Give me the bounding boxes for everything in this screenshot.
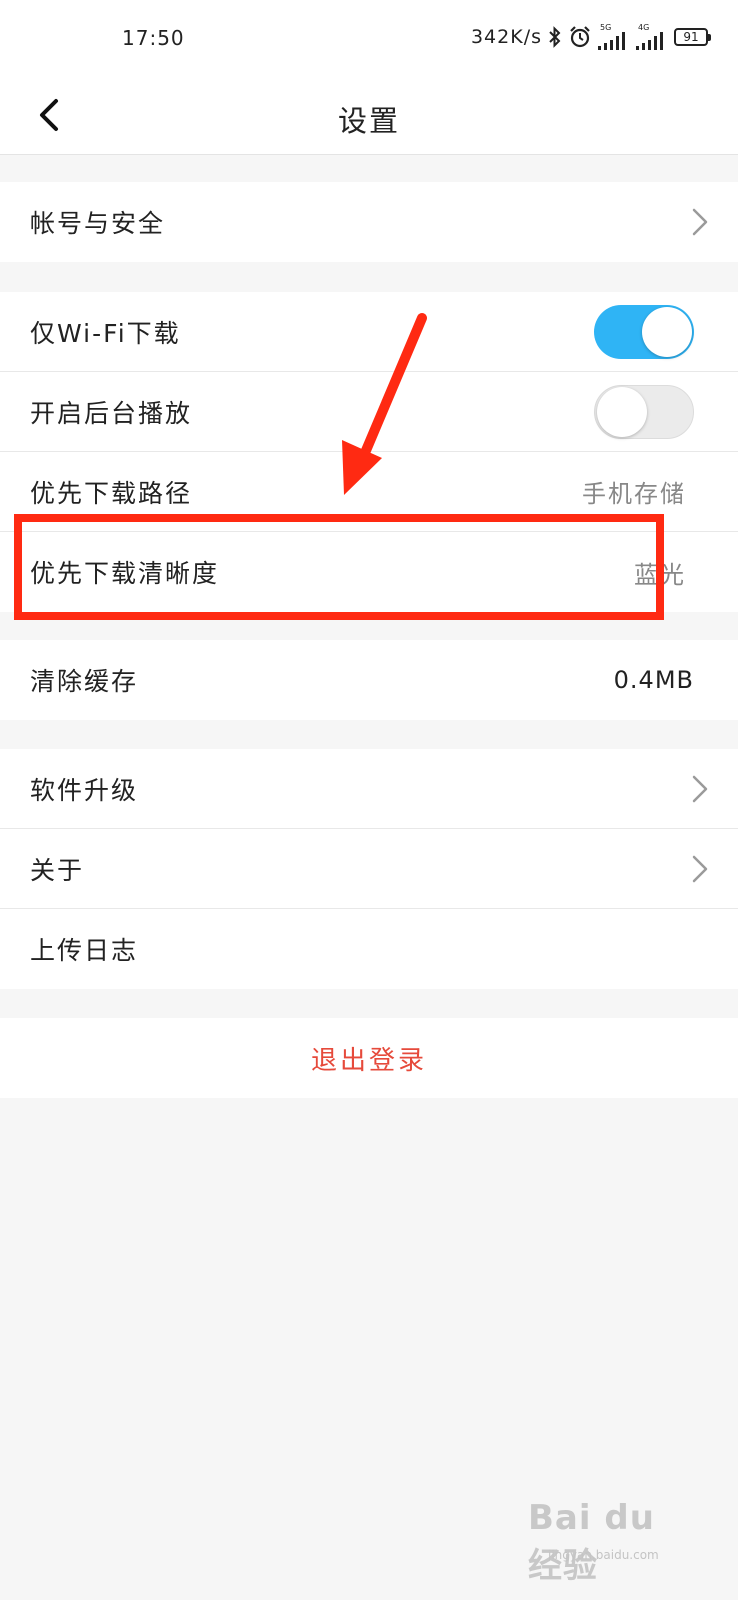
- upload-log-label: 上传日志: [30, 936, 139, 965]
- signal-5g-label: 5G: [600, 23, 612, 32]
- page-title: 设置: [337, 104, 400, 138]
- network-speed: 342K/s: [470, 26, 542, 48]
- status-bar: 17:50 342K/s 5G 4G 91: [0, 0, 738, 78]
- about-row[interactable]: 关于: [0, 829, 738, 909]
- toggle-knob: [597, 386, 647, 437]
- cache-size-value: 0.4MB: [613, 666, 694, 694]
- upload-log-row[interactable]: 上传日志: [0, 909, 738, 989]
- download-path-row[interactable]: 优先下载路径 手机存储: [0, 452, 738, 532]
- watermark-url: jingyan.baidu.com: [548, 1548, 659, 1562]
- download-quality-row[interactable]: 优先下载清晰度 蓝光: [0, 532, 738, 612]
- account-security-label: 帐号与安全: [30, 209, 166, 238]
- background-play-row: 开启后台播放: [0, 372, 738, 452]
- download-path-label: 优先下载路径: [30, 478, 193, 508]
- signal-4g-icon: 4G: [636, 24, 668, 50]
- account-security-row[interactable]: 帐号与安全: [0, 182, 738, 262]
- chevron-right-icon: [692, 775, 708, 803]
- software-upgrade-label: 软件升级: [30, 775, 139, 805]
- nav-bar: 设置: [0, 78, 738, 155]
- logout-label: 退出登录: [310, 1045, 427, 1076]
- download-quality-label: 优先下载清晰度: [30, 559, 220, 588]
- about-group: 软件升级 关于 上传日志: [0, 749, 738, 989]
- battery-icon: 91: [674, 28, 711, 46]
- wifi-only-download-toggle[interactable]: [594, 304, 694, 359]
- download-quality-value: 蓝光: [634, 560, 686, 589]
- watermark-brand: Bai du 经验: [528, 1498, 655, 1586]
- cache-group: 清除缓存 0.4MB: [0, 640, 738, 720]
- wifi-only-download-row: 仅Wi-Fi下载: [0, 292, 738, 372]
- status-indicators: 342K/s 5G 4G 91: [470, 22, 711, 52]
- battery-level: 91: [683, 30, 699, 44]
- status-time: 17:50: [122, 26, 185, 50]
- download-settings-group: 仅Wi-Fi下载 开启后台播放 优先下载路径 手机存储 优先下载清晰度 蓝光: [0, 292, 738, 612]
- background-play-toggle[interactable]: [594, 384, 694, 439]
- chevron-right-icon: [692, 208, 708, 236]
- logout-button[interactable]: 退出登录: [0, 1018, 738, 1098]
- alarm-icon: [568, 25, 592, 49]
- chevron-right-icon: [692, 855, 708, 883]
- clear-cache-row[interactable]: 清除缓存 0.4MB: [0, 640, 738, 720]
- about-label: 关于: [30, 855, 85, 885]
- toggle-knob: [642, 306, 692, 357]
- signal-4g-label: 4G: [638, 23, 650, 32]
- signal-5g-icon: 5G: [598, 24, 630, 50]
- background-play-label: 开启后台播放: [30, 398, 193, 428]
- account-group: 帐号与安全: [0, 182, 738, 262]
- software-upgrade-row[interactable]: 软件升级: [0, 749, 738, 829]
- baidu-watermark: Bai du 经验 jingyan.baidu.com: [518, 1498, 698, 1586]
- download-path-value: 手机存储: [582, 480, 686, 508]
- wifi-only-download-label: 仅Wi-Fi下载: [30, 318, 181, 348]
- bluetooth-icon: [548, 26, 562, 48]
- clear-cache-label: 清除缓存: [30, 667, 139, 696]
